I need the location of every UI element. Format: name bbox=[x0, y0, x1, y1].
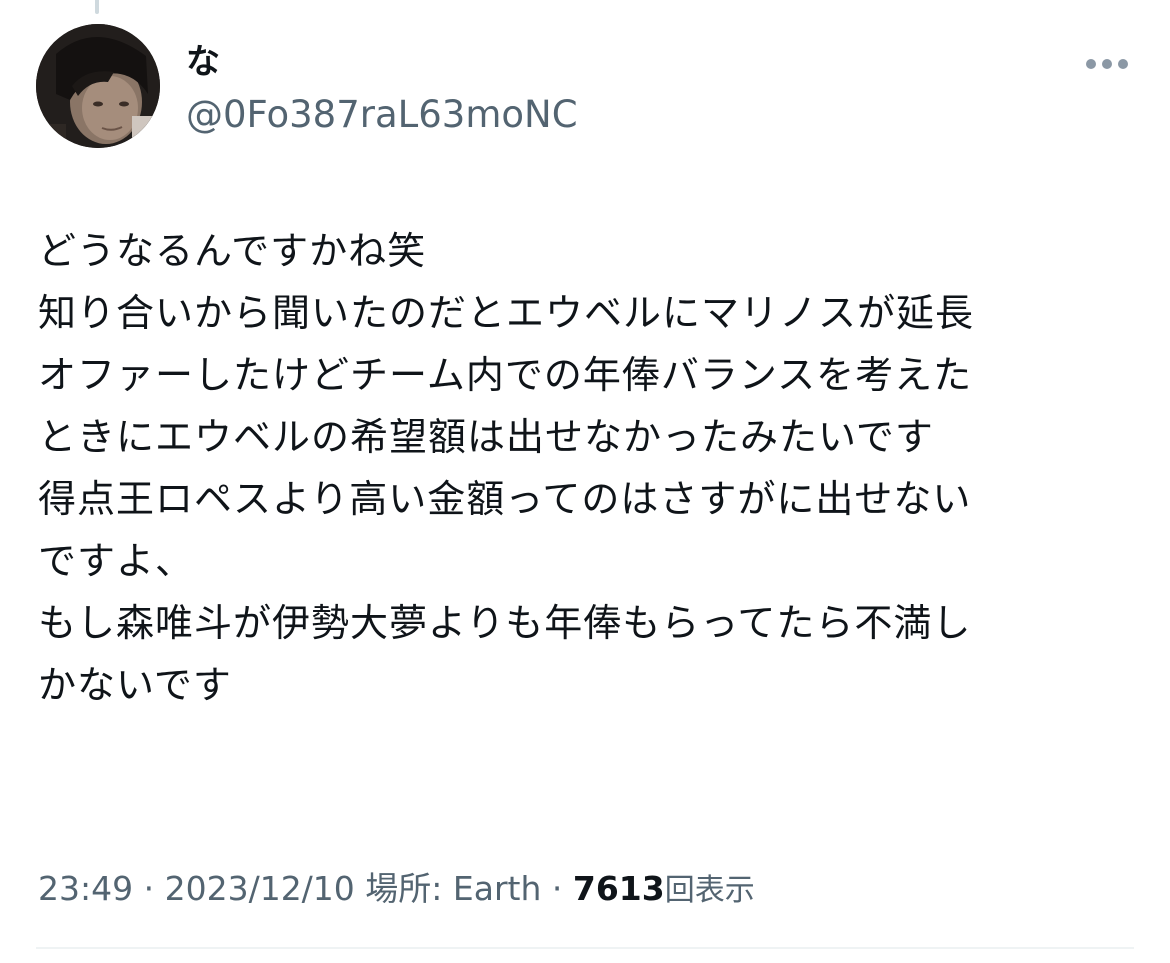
more-options-button[interactable] bbox=[1078, 46, 1136, 82]
author-avatar[interactable] bbox=[36, 24, 160, 148]
thread-connector-line bbox=[95, 0, 99, 14]
tweet-line: どうなるんですかね笑 bbox=[38, 229, 427, 273]
tweet-location: 場所: Earth bbox=[354, 869, 542, 908]
tweet-time[interactable]: 23:49 bbox=[38, 869, 133, 908]
tweet-line: 得点王ロペスより高い金額ってのはさすがに出せない bbox=[38, 477, 972, 521]
author-display-name[interactable]: な bbox=[186, 40, 220, 84]
views-count: 7613 bbox=[572, 869, 665, 908]
tweet-date[interactable]: 2023/12/10 bbox=[165, 869, 355, 908]
author-handle[interactable]: @0Fo387raL63moNC bbox=[186, 92, 578, 138]
tweet-line: ですよ、 bbox=[38, 539, 195, 583]
views-label: 回表示 bbox=[664, 873, 755, 908]
tweet-body: どうなるんですかね笑 知り合いから聞いたのだとエウベルにマリノスが延長 オファー… bbox=[38, 220, 1138, 716]
tweet-line: かないです bbox=[38, 663, 232, 707]
tweet-line: 知り合いから聞いたのだとエウベルにマリノスが延長 bbox=[38, 291, 975, 335]
avatar-photo-icon bbox=[36, 24, 160, 148]
tweet-metadata: 23:49 · 2023/12/10 場所: Earth · 7613回表示 bbox=[38, 866, 755, 914]
tweet-line: もし森唯斗が伊勢大夢よりも年俸もらってたら不満し bbox=[38, 601, 972, 645]
divider bbox=[36, 947, 1134, 949]
separator-dot: · bbox=[133, 869, 165, 908]
ellipsis-horizontal-icon bbox=[1086, 59, 1128, 69]
separator-dot: · bbox=[541, 869, 573, 908]
tweet-line: オファーしたけどチーム内での年俸バランスを考えた bbox=[38, 353, 973, 397]
tweet-line: ときにエウベルの希望額は出せなかったみたいです bbox=[38, 415, 934, 459]
